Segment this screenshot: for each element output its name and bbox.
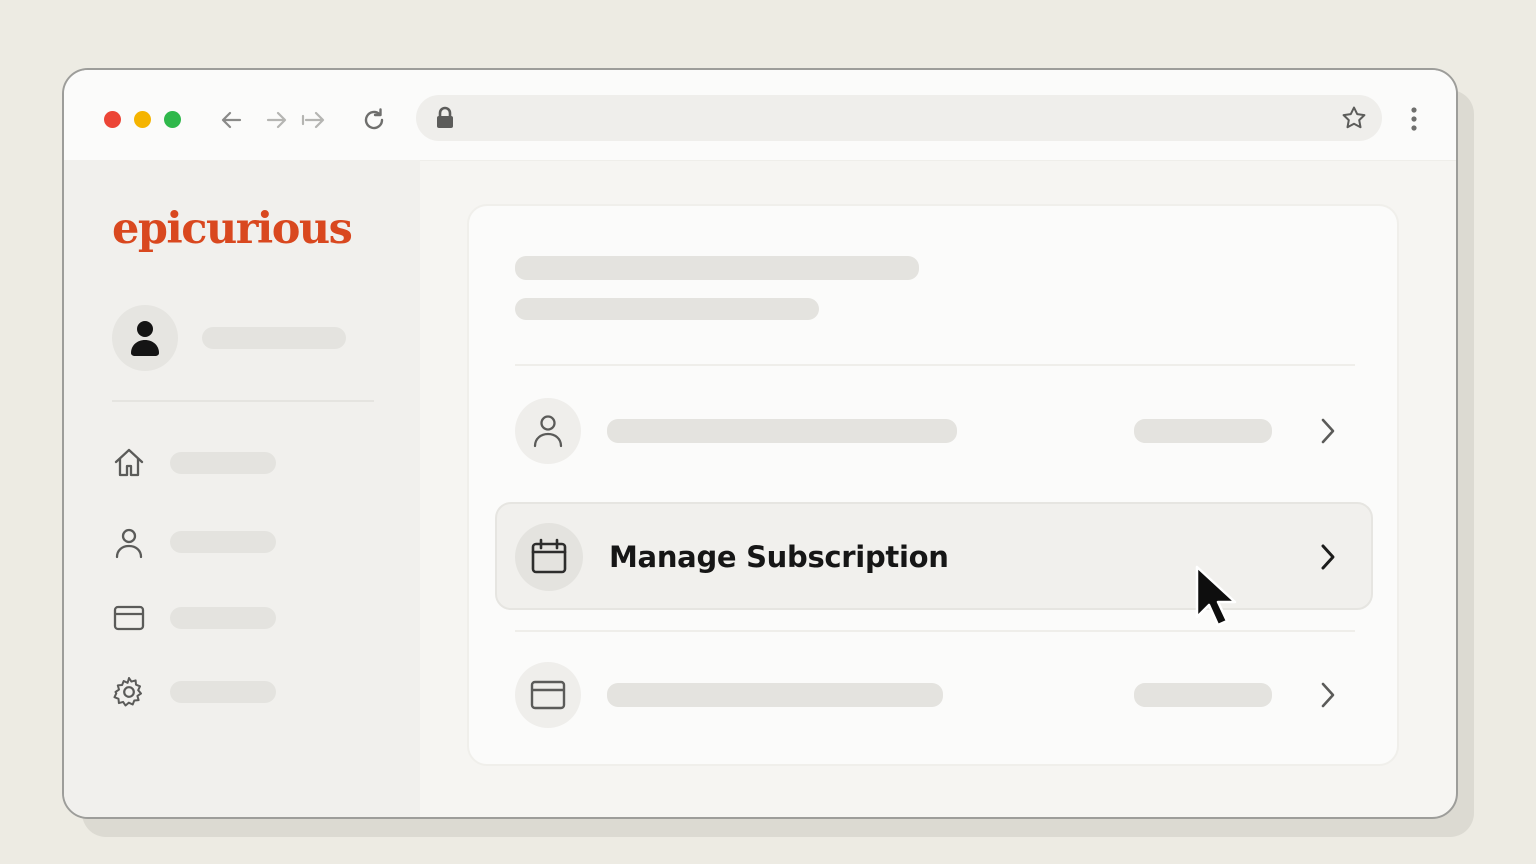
chevron-right-icon <box>1321 418 1335 444</box>
row-value-placeholder <box>1134 683 1272 707</box>
browser-window: epicurious Manage Subscription <box>62 68 1458 819</box>
sidebar-divider <box>112 400 374 402</box>
chevron-right-icon <box>1321 682 1335 708</box>
sidebar-item-placeholder[interactable] <box>170 681 276 703</box>
manage-subscription-label: Manage Subscription <box>609 540 949 574</box>
calendar-icon <box>531 538 567 574</box>
sidebar-item-placeholder[interactable] <box>170 452 276 474</box>
username-placeholder <box>202 327 346 349</box>
forward-arrow-icon[interactable] <box>262 106 290 134</box>
row-icon-badge <box>515 398 581 464</box>
heading-placeholder <box>515 256 919 280</box>
card-icon <box>530 680 566 710</box>
row-icon-badge <box>515 662 581 728</box>
row-icon-badge <box>515 523 583 591</box>
account-settings-card: Manage Subscription <box>467 204 1399 766</box>
maximize-window-button[interactable] <box>164 111 181 128</box>
address-bar[interactable] <box>416 95 1382 141</box>
back-arrow-icon[interactable] <box>218 106 246 134</box>
row-title-placeholder <box>607 683 943 707</box>
user-icon[interactable] <box>112 526 146 560</box>
close-window-button[interactable] <box>104 111 121 128</box>
forward-to-end-icon[interactable] <box>300 106 328 134</box>
home-icon[interactable] <box>112 446 146 480</box>
browser-toolbar <box>64 70 1456 161</box>
row-title-placeholder <box>607 419 957 443</box>
minimize-window-button[interactable] <box>134 111 151 128</box>
row-value-placeholder <box>1134 419 1272 443</box>
mouse-pointer-icon <box>1195 565 1237 627</box>
subheading-placeholder <box>515 298 819 320</box>
user-icon <box>533 415 563 448</box>
row-divider <box>515 364 1355 366</box>
more-vertical-icon[interactable] <box>1402 104 1426 134</box>
chevron-right-icon <box>1321 544 1335 570</box>
site-logo[interactable]: epicurious <box>112 204 353 254</box>
avatar[interactable] <box>112 305 178 371</box>
reload-icon[interactable] <box>360 106 388 134</box>
lock-icon <box>437 106 453 128</box>
sidebar-item-placeholder[interactable] <box>170 531 276 553</box>
card-icon[interactable] <box>112 601 146 635</box>
sidebar: epicurious <box>64 160 420 817</box>
star-icon[interactable] <box>1340 104 1368 132</box>
sidebar-item-placeholder[interactable] <box>170 607 276 629</box>
row-divider <box>515 630 1355 632</box>
gear-icon[interactable] <box>112 675 146 709</box>
user-silhouette-icon <box>131 321 159 356</box>
